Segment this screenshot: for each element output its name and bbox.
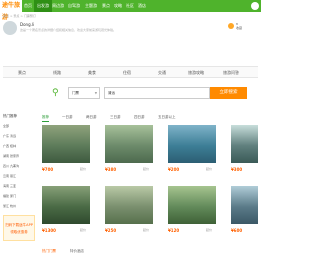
tab-spots[interactable]: 景点: [18, 67, 26, 78]
filter-4day[interactable]: 四日游: [134, 112, 145, 122]
product-price: ¥600: [231, 228, 243, 233]
product-tag: 起价: [79, 167, 86, 171]
bottom-tabs: 热门门票 特价酒店: [40, 249, 258, 257]
nav-item-home[interactable]: 首页: [24, 0, 32, 12]
filter-5day-plus[interactable]: 五日游以上: [158, 112, 176, 122]
spot-header: Dong.li 这是一个著名景点的详细介绍和相关信息，欢迎大家前来游玩观光体验。…: [3, 20, 258, 38]
product-price: ¥1300: [42, 228, 56, 233]
sidebar-item[interactable]: 广东 清远: [3, 134, 16, 138]
product-tag: 起价: [79, 228, 86, 232]
category-select[interactable]: 门票 ▼: [68, 87, 100, 99]
search-input[interactable]: 清远: [104, 87, 210, 99]
sidebar-item[interactable]: 广西 桂林: [3, 144, 16, 148]
tab-transport[interactable]: 交通: [158, 67, 166, 78]
sidebar-item[interactable]: 湖南 张家界: [3, 154, 19, 158]
search-button[interactable]: 立即搜索: [210, 87, 247, 99]
product-image[interactable]: [105, 186, 153, 224]
category-select-value: 门票: [72, 91, 79, 95]
nav-item-selfdrive[interactable]: 自驾游: [68, 0, 80, 12]
nav-item-spots[interactable]: 景点: [102, 0, 110, 12]
top-nav: 途牛旅游 首页 出发游 周边游 自驾游 主题游 景点 攻略 社区 酒店: [0, 0, 261, 21]
product-tag: 起价: [205, 228, 212, 232]
product-image[interactable]: [42, 186, 90, 224]
ad-line-1: 扫码下载途牛APP: [5, 223, 33, 227]
sidebar-item[interactable]: 全部: [3, 124, 9, 128]
tab-routes[interactable]: 线路: [53, 67, 61, 78]
product-image[interactable]: [105, 125, 153, 163]
nav-item-community[interactable]: 社区: [126, 0, 134, 12]
left-sidebar: 热门推荐 全部 广东 清远 广西 桂林 湖南 张家界 四川 九寨沟 云南 丽江 …: [0, 112, 38, 257]
tab-food[interactable]: 美食: [88, 67, 96, 78]
avatar[interactable]: [251, 2, 259, 10]
product-tag: 起价: [142, 167, 149, 171]
sidebar-item[interactable]: 浙江 杭州: [3, 204, 16, 208]
sidebar-item[interactable]: 云南 丽江: [3, 174, 16, 178]
favorite-info[interactable]: 8 收藏: [236, 22, 242, 30]
tab-travel-qa[interactable]: 旅游问答: [223, 67, 239, 78]
app-download-ad[interactable]: 扫码下载途牛APP 领取优惠券: [3, 215, 35, 241]
spot-name: Dong.li: [20, 22, 35, 27]
product-image[interactable]: [231, 125, 258, 163]
ad-line-2: 领取优惠券: [10, 230, 28, 234]
tab-travel-guide[interactable]: 旅游攻略: [188, 67, 204, 78]
nav-item-departure[interactable]: 出发游: [34, 0, 52, 12]
tab-hotel-deals[interactable]: 特价酒店: [70, 249, 84, 254]
product-image[interactable]: [168, 125, 216, 163]
breadcrumb[interactable]: 首页 > 景点 > 门票预订: [3, 14, 36, 18]
product-tag: 起价: [142, 228, 149, 232]
sidebar-item[interactable]: 海南 三亚: [3, 184, 16, 188]
product-price: ¥250: [105, 228, 117, 233]
filter-3day[interactable]: 三日游: [110, 112, 121, 122]
site-logo[interactable]: 途牛旅游: [0, 0, 22, 21]
product-image[interactable]: [168, 186, 216, 224]
tab-stay[interactable]: 住宿: [123, 67, 131, 78]
nav-item-nearby[interactable]: 周边游: [52, 0, 64, 12]
sidebar-title: 热门推荐: [3, 114, 17, 118]
filter-2day[interactable]: 两日游: [86, 112, 97, 122]
product-tag: 起价: [205, 167, 212, 171]
spot-description: 这是一个著名景点的详细介绍和相关信息，欢迎大家前来游玩观光体验。: [20, 28, 117, 32]
search-icon: ⚲: [52, 88, 59, 98]
tab-hot-tickets[interactable]: 热门门票: [42, 249, 56, 254]
sidebar-item[interactable]: 福建 厦门: [3, 194, 16, 198]
category-tabs: 景点 线路 美食 住宿 交通 旅游攻略 旅游问答: [3, 66, 258, 78]
favorite-label: 收藏: [236, 26, 243, 30]
nav-item-theme[interactable]: 主题游: [85, 0, 97, 12]
favorite-icon[interactable]: [228, 23, 234, 29]
duration-filters: 推荐 一日游 两日游 三日游 四日游 五日游以上: [40, 112, 258, 122]
product-image[interactable]: [231, 186, 258, 224]
filter-recommended[interactable]: 推荐: [42, 112, 49, 122]
sidebar-item[interactable]: 四川 九寨沟: [3, 164, 19, 168]
product-price: ¥120: [168, 228, 180, 233]
product-price: ¥300: [231, 167, 243, 172]
filter-1day[interactable]: 一日游: [62, 112, 73, 122]
product-price: ¥700: [42, 167, 54, 172]
spot-avatar: [3, 21, 17, 35]
product-image[interactable]: [42, 125, 90, 163]
nav-item-hotel[interactable]: 酒店: [138, 0, 146, 12]
search-bar: ⚲ 门票 ▼ 清远 立即搜索: [52, 87, 247, 99]
chevron-down-icon: ▼: [94, 91, 97, 95]
nav-item-guides[interactable]: 攻略: [114, 0, 122, 12]
product-price: ¥200: [168, 167, 180, 172]
product-price: ¥380: [105, 167, 117, 172]
